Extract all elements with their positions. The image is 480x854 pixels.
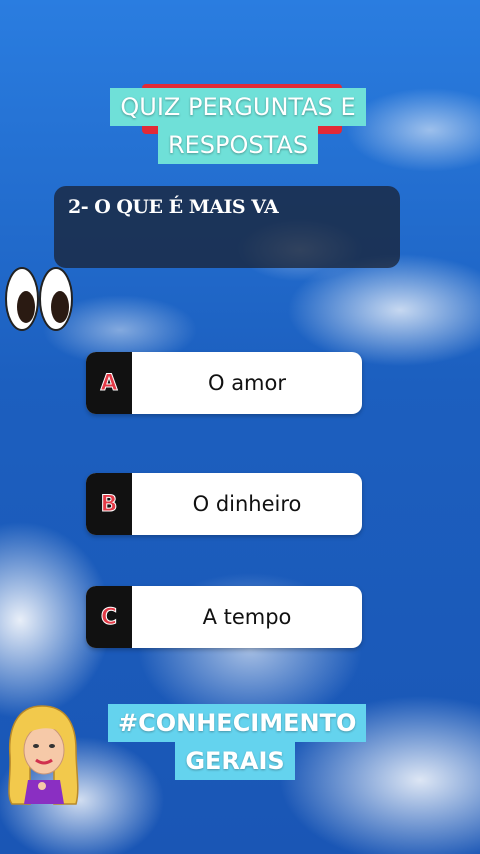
option-c-text: A tempo <box>202 605 292 629</box>
option-b-text: O dinheiro <box>192 492 302 516</box>
option-a-text: O amor <box>207 371 286 395</box>
option-b[interactable]: B O dinheiro <box>86 473 362 535</box>
hashtag-label: #CONHECIMENTO GERAIS <box>108 704 367 780</box>
eyes-emoji-icon <box>5 267 73 331</box>
hashtag-line-2: GERAIS <box>175 742 295 780</box>
option-a-letter: A <box>86 352 132 414</box>
title-line-1: QUIZ PERGUNTAS E <box>110 88 366 126</box>
option-c-letter: C <box>86 586 132 648</box>
option-c[interactable]: C A tempo <box>86 586 362 648</box>
option-b-letter: B <box>86 473 132 535</box>
hashtag-line-1: #CONHECIMENTO <box>108 704 367 742</box>
question-text: 2- O QUE É MAIS VA <box>68 196 279 218</box>
title-line-2: RESPOSTAS <box>157 126 319 164</box>
quiz-title: QUIZ PERGUNTAS E RESPOSTAS <box>98 88 378 164</box>
cartoon-woman-avatar <box>8 705 79 805</box>
option-a[interactable]: A O amor <box>86 352 362 414</box>
